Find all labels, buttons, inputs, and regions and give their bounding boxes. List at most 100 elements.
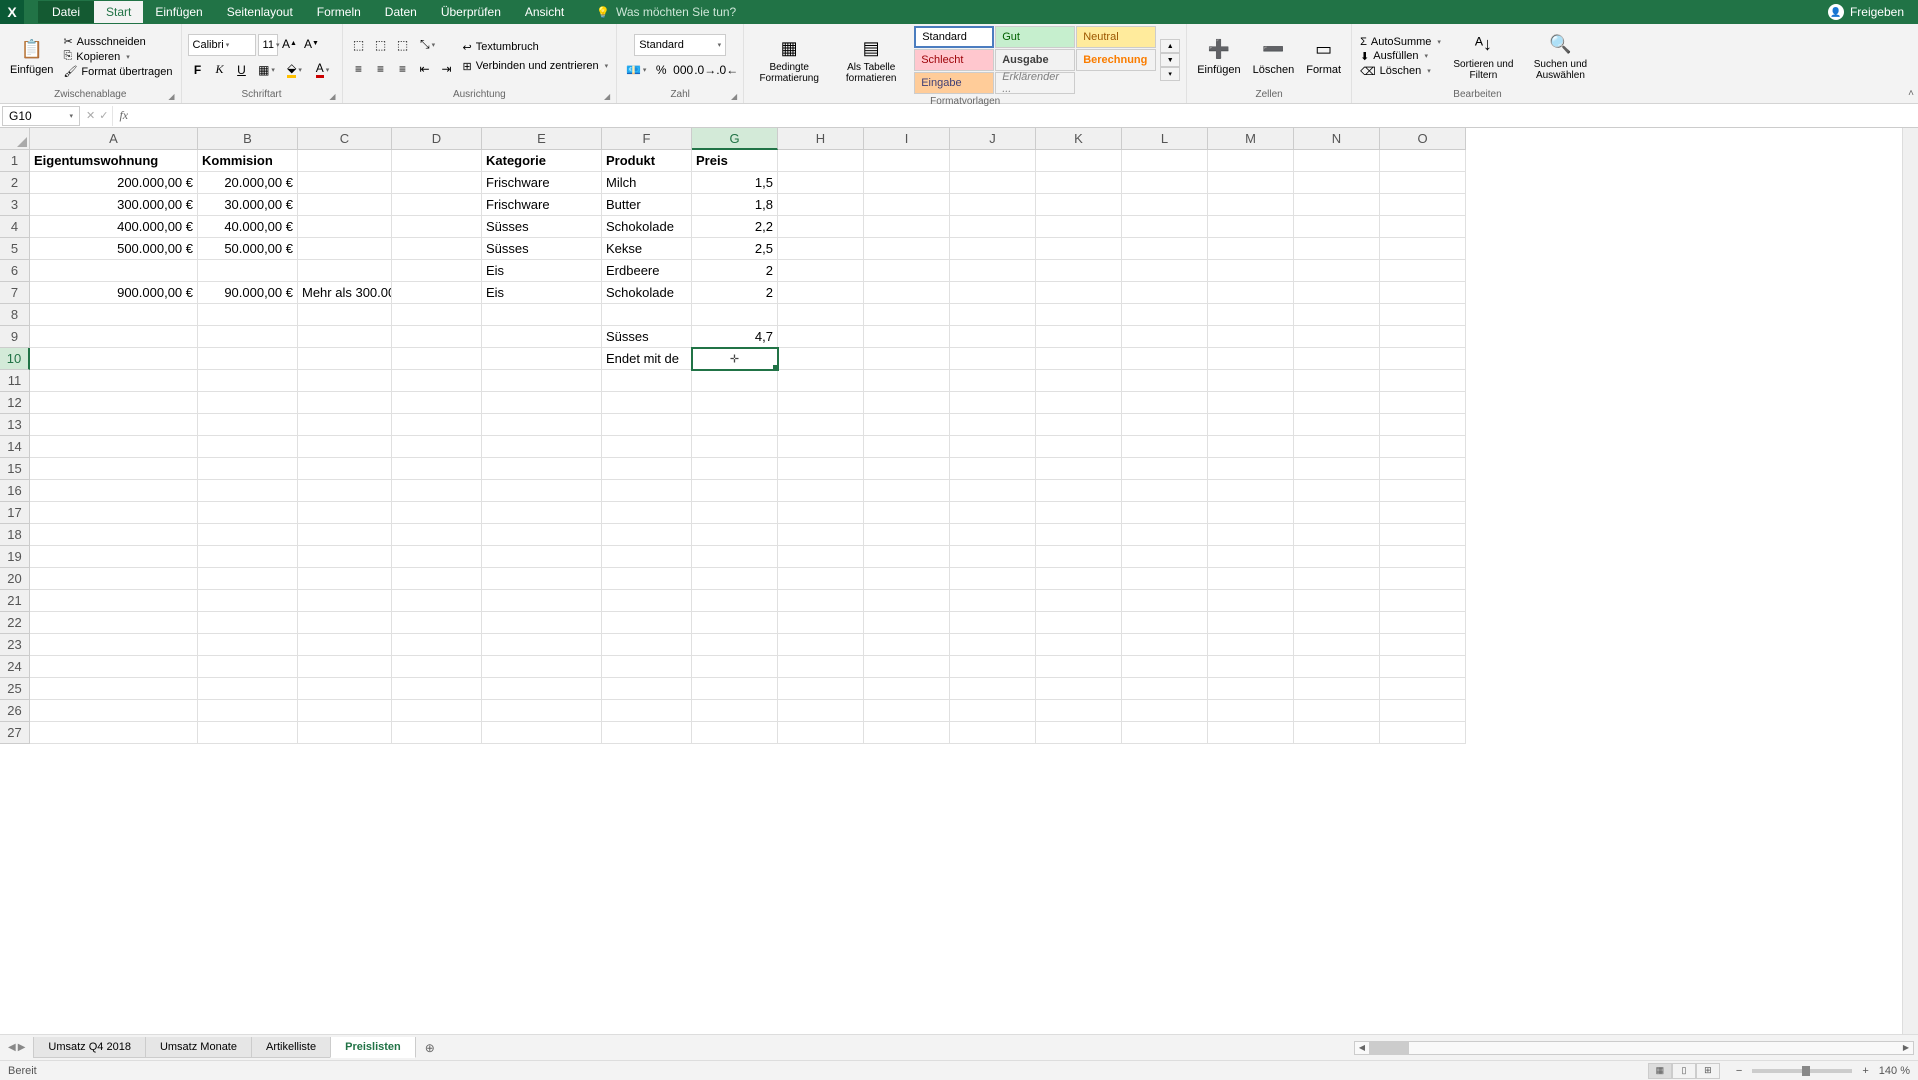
cell-D9[interactable] (392, 326, 482, 348)
cell-C18[interactable] (298, 524, 392, 546)
cell-J14[interactable] (950, 436, 1036, 458)
cell-C25[interactable] (298, 678, 392, 700)
cell-C9[interactable] (298, 326, 392, 348)
cell-I5[interactable] (864, 238, 950, 260)
cell-J19[interactable] (950, 546, 1036, 568)
fill-color-button[interactable]: ⬙▾ (282, 60, 308, 80)
cell-K22[interactable] (1036, 612, 1122, 634)
cell-I18[interactable] (864, 524, 950, 546)
cell-D20[interactable] (392, 568, 482, 590)
cell-K5[interactable] (1036, 238, 1122, 260)
cell-L18[interactable] (1122, 524, 1208, 546)
chevron-down-icon[interactable]: ▾ (643, 66, 647, 74)
chevron-down-icon[interactable]: ▾ (326, 66, 330, 74)
row-header-20[interactable]: 20 (0, 568, 30, 590)
cell-H23[interactable] (778, 634, 864, 656)
chevron-down-icon[interactable]: ▾ (271, 66, 275, 74)
cell-A8[interactable] (30, 304, 198, 326)
cell-I24[interactable] (864, 656, 950, 678)
cell-L8[interactable] (1122, 304, 1208, 326)
cell-H4[interactable] (778, 216, 864, 238)
cell-D12[interactable] (392, 392, 482, 414)
cell-M20[interactable] (1208, 568, 1294, 590)
cell-L9[interactable] (1122, 326, 1208, 348)
row-header-4[interactable]: 4 (0, 216, 30, 238)
cell-E24[interactable] (482, 656, 602, 678)
cell-M13[interactable] (1208, 414, 1294, 436)
cell-C21[interactable] (298, 590, 392, 612)
cell-G23[interactable] (692, 634, 778, 656)
cell-E20[interactable] (482, 568, 602, 590)
sort-filter-button[interactable]: ᴬ↓Sortieren und Filtern (1447, 31, 1520, 83)
cell-G15[interactable] (692, 458, 778, 480)
cell-J2[interactable] (950, 172, 1036, 194)
sheet-prev-button[interactable]: ◀ (8, 1042, 16, 1053)
cell-L11[interactable] (1122, 370, 1208, 392)
cell-D11[interactable] (392, 370, 482, 392)
cell-G2[interactable]: 1,5 (692, 172, 778, 194)
cell-A15[interactable] (30, 458, 198, 480)
cell-M2[interactable] (1208, 172, 1294, 194)
cell-E12[interactable] (482, 392, 602, 414)
row-header-26[interactable]: 26 (0, 700, 30, 722)
cell-C4[interactable] (298, 216, 392, 238)
cancel-formula-button[interactable]: ✕ (86, 109, 95, 122)
cell-M16[interactable] (1208, 480, 1294, 502)
cell-N24[interactable] (1294, 656, 1380, 678)
cell-B17[interactable] (198, 502, 298, 524)
cell-G3[interactable]: 1,8 (692, 194, 778, 216)
cell-L1[interactable] (1122, 150, 1208, 172)
dialog-launcher-icon[interactable]: ◢ (604, 92, 610, 101)
cell-O23[interactable] (1380, 634, 1466, 656)
cell-A27[interactable] (30, 722, 198, 744)
row-header-14[interactable]: 14 (0, 436, 30, 458)
conditional-formatting-button[interactable]: ▦Bedingte Formatierung (750, 34, 828, 86)
cell-A1[interactable]: Eigentumswohnung (30, 150, 198, 172)
cell-F26[interactable] (602, 700, 692, 722)
sheet-tab-umsatz-monate[interactable]: Umsatz Monate (145, 1037, 252, 1058)
cell-B26[interactable] (198, 700, 298, 722)
cell-O26[interactable] (1380, 700, 1466, 722)
cell-C20[interactable] (298, 568, 392, 590)
cell-N14[interactable] (1294, 436, 1380, 458)
cell-E15[interactable] (482, 458, 602, 480)
cell-A12[interactable] (30, 392, 198, 414)
cell-N15[interactable] (1294, 458, 1380, 480)
cell-G7[interactable]: 2 (692, 282, 778, 304)
fx-icon[interactable]: fx (113, 108, 134, 123)
cell-K12[interactable] (1036, 392, 1122, 414)
row-header-18[interactable]: 18 (0, 524, 30, 546)
cell-B27[interactable] (198, 722, 298, 744)
chevron-down-icon[interactable]: ▾ (432, 41, 436, 49)
cell-H25[interactable] (778, 678, 864, 700)
cell-B25[interactable] (198, 678, 298, 700)
cell-F6[interactable]: Erdbeere (602, 260, 692, 282)
cell-N10[interactable] (1294, 348, 1380, 370)
row-header-19[interactable]: 19 (0, 546, 30, 568)
column-header-F[interactable]: F (602, 128, 692, 150)
cell-O20[interactable] (1380, 568, 1466, 590)
cell-I3[interactable] (864, 194, 950, 216)
cell-O1[interactable] (1380, 150, 1466, 172)
cell-C15[interactable] (298, 458, 392, 480)
cell-M6[interactable] (1208, 260, 1294, 282)
cell-O10[interactable] (1380, 348, 1466, 370)
cell-G18[interactable] (692, 524, 778, 546)
align-top-button[interactable]: ⬚ (349, 35, 369, 55)
cell-M27[interactable] (1208, 722, 1294, 744)
cell-B5[interactable]: 50.000,00 € (198, 238, 298, 260)
cell-H6[interactable] (778, 260, 864, 282)
cell-I26[interactable] (864, 700, 950, 722)
cell-C13[interactable] (298, 414, 392, 436)
cell-J13[interactable] (950, 414, 1036, 436)
cell-M12[interactable] (1208, 392, 1294, 414)
cell-J20[interactable] (950, 568, 1036, 590)
cell-K21[interactable] (1036, 590, 1122, 612)
cell-B19[interactable] (198, 546, 298, 568)
cell-C22[interactable] (298, 612, 392, 634)
cell-M7[interactable] (1208, 282, 1294, 304)
cell-I7[interactable] (864, 282, 950, 304)
cell-A18[interactable] (30, 524, 198, 546)
cell-H8[interactable] (778, 304, 864, 326)
cell-D6[interactable] (392, 260, 482, 282)
